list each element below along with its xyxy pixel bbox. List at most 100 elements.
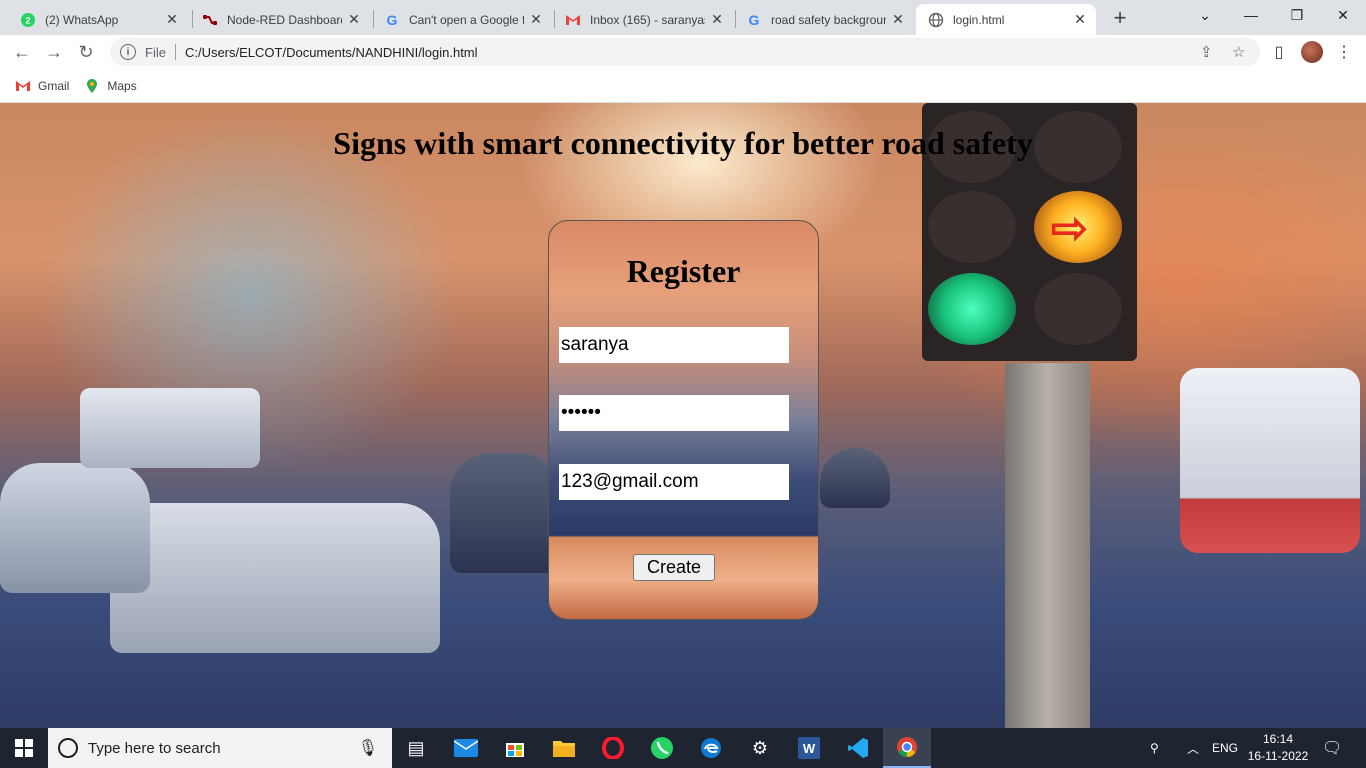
- tab-label: road safety backgroun: [771, 12, 886, 27]
- close-icon[interactable]: ✕: [346, 11, 362, 28]
- tab-google-search[interactable]: G road safety backgroun ✕: [734, 4, 914, 35]
- scheme-label: File: [145, 44, 166, 60]
- background-car-image: [450, 453, 560, 573]
- google-icon: G: [384, 12, 400, 28]
- arrow-right-icon: →: [45, 41, 63, 62]
- chevron-down-icon: ⌄: [1199, 6, 1211, 23]
- create-button[interactable]: Create: [633, 554, 715, 581]
- minimize-button[interactable]: —: [1228, 0, 1274, 30]
- word-icon[interactable]: W: [785, 728, 833, 768]
- menu-icon[interactable]: ⋮: [1333, 41, 1355, 63]
- new-tab-button[interactable]: +: [1108, 5, 1132, 30]
- task-view-icon[interactable]: ▤: [392, 728, 440, 768]
- bookmark-star-icon[interactable]: ☆: [1232, 38, 1245, 66]
- side-panel-icon[interactable]: ▯: [1268, 41, 1290, 63]
- windows-taskbar: Type here to search 🎙 ▤ ⚙ W ⚲ ︿ ENG 16:1…: [0, 728, 1366, 768]
- minimize-icon: —: [1244, 7, 1258, 23]
- people-icon[interactable]: ⚲: [1150, 728, 1159, 768]
- address-bar[interactable]: i File C:/Users/ELCOT/Documents/NANDHINI…: [110, 38, 1260, 66]
- maps-icon: [84, 78, 100, 94]
- windows-icon: [15, 739, 33, 757]
- username-field[interactable]: saranya: [559, 327, 789, 363]
- close-window-button[interactable]: ✕: [1320, 0, 1366, 30]
- background-car-image: [110, 503, 440, 653]
- svg-text:2: 2: [25, 15, 30, 25]
- email-field[interactable]: 123@gmail.com: [559, 464, 789, 500]
- tab-label: Node-RED Dashboard: [227, 12, 342, 27]
- tab-login[interactable]: login.html ✕: [916, 4, 1096, 35]
- tab-label: (2) WhatsApp: [45, 12, 119, 27]
- clock-time: 16:14: [1262, 732, 1294, 746]
- file-explorer-icon[interactable]: [540, 728, 588, 768]
- close-icon[interactable]: ✕: [528, 11, 544, 28]
- gmail-icon: [565, 12, 581, 28]
- bookmark-label: Maps: [107, 79, 137, 93]
- reload-icon: ↻: [78, 41, 94, 62]
- bookmarks-bar: Gmail Maps: [0, 70, 1366, 103]
- password-field[interactable]: ••••••: [559, 395, 789, 431]
- traffic-lamp: [1034, 273, 1122, 345]
- close-icon: ✕: [1337, 6, 1349, 23]
- store-icon[interactable]: [491, 728, 539, 768]
- start-button[interactable]: [0, 728, 48, 768]
- tab-strip: 2 (2) WhatsApp ✕ Node-RED Dashboard ✕ G …: [0, 0, 1366, 35]
- svg-text:G: G: [387, 12, 398, 28]
- divider: [174, 44, 176, 60]
- traffic-lamp: [928, 191, 1016, 263]
- clock[interactable]: 16:14 16-11-2022: [1246, 731, 1310, 765]
- background-car-image: [820, 448, 890, 508]
- info-icon[interactable]: i: [120, 44, 136, 60]
- chevron-up-icon[interactable]: ︿: [1187, 728, 1199, 768]
- url-text[interactable]: C:/Users/ELCOT/Documents/NANDHINI/login.…: [185, 45, 478, 60]
- chrome-icon[interactable]: [883, 728, 931, 768]
- globe-icon: [928, 12, 944, 28]
- gmail-icon: [15, 78, 31, 94]
- close-icon[interactable]: ✕: [709, 11, 725, 28]
- svg-text:G: G: [749, 12, 760, 28]
- page-content: ⇨ Signs with smart connectivity for bett…: [0, 103, 1366, 728]
- back-button[interactable]: ←: [8, 38, 36, 66]
- browser-toolbar: ← → ↻ i File C:/Users/ELCOT/Documents/NA…: [0, 35, 1366, 70]
- forward-button[interactable]: →: [40, 38, 68, 66]
- arrow-left-icon: ←: [13, 41, 31, 62]
- tab-google-help[interactable]: G Can't open a Google f ✕: [372, 4, 552, 35]
- restore-button[interactable]: ❐: [1274, 0, 1320, 30]
- page-title: Signs with smart connectivity for better…: [333, 125, 1033, 161]
- tab-gmail-inbox[interactable]: Inbox (165) - saranyas ✕: [553, 4, 733, 35]
- background-bus-image: [1180, 368, 1360, 553]
- tab-search-button[interactable]: ⌄: [1182, 0, 1228, 30]
- arrow-right-icon: ⇨: [1051, 204, 1088, 253]
- close-icon[interactable]: ✕: [890, 11, 906, 28]
- background-bus-image: [80, 388, 260, 468]
- reload-button[interactable]: ↻: [72, 38, 100, 66]
- traffic-light-pole-image: [1005, 363, 1090, 728]
- taskbar-search-box[interactable]: Type here to search 🎙: [48, 728, 392, 768]
- notification-icon[interactable]: 🗨: [1322, 728, 1342, 768]
- tab-node-red[interactable]: Node-RED Dashboard ✕: [190, 4, 370, 35]
- bookmark-label: Gmail: [38, 79, 70, 93]
- node-red-icon: [202, 12, 218, 28]
- close-icon[interactable]: ✕: [1072, 11, 1088, 28]
- tab-whatsapp[interactable]: 2 (2) WhatsApp ✕: [8, 4, 188, 35]
- opera-icon[interactable]: [589, 728, 637, 768]
- share-icon[interactable]: ⇪: [1200, 38, 1213, 66]
- edge-icon[interactable]: [687, 728, 735, 768]
- background-car-image: [0, 463, 150, 593]
- settings-gear-icon[interactable]: ⚙: [736, 728, 784, 768]
- search-placeholder: Type here to search: [88, 739, 221, 757]
- vscode-icon[interactable]: [834, 728, 882, 768]
- tab-label: Can't open a Google f: [409, 12, 524, 27]
- bookmark-maps[interactable]: Maps: [84, 78, 137, 94]
- mail-icon[interactable]: [442, 728, 490, 768]
- microphone-icon[interactable]: 🎙: [358, 738, 378, 758]
- traffic-lamp: [928, 273, 1016, 345]
- bookmark-gmail[interactable]: Gmail: [15, 78, 69, 94]
- form-title: Register: [626, 253, 741, 289]
- tab-label: login.html: [953, 12, 1005, 27]
- whatsapp-icon: 2: [20, 12, 36, 28]
- restore-icon: ❐: [1290, 6, 1304, 23]
- whatsapp-icon[interactable]: [638, 728, 686, 768]
- avatar[interactable]: [1301, 41, 1323, 63]
- language-indicator[interactable]: ENG: [1212, 728, 1238, 768]
- close-icon[interactable]: ✕: [164, 11, 180, 28]
